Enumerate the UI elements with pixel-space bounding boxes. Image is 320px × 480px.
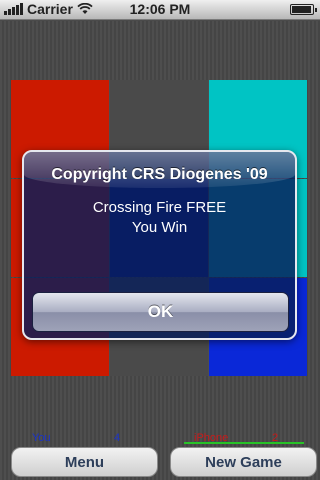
alert-line-2: You Win xyxy=(131,219,188,236)
alert-title: Copyright CRS Diogenes '09 xyxy=(51,166,268,183)
you-score: 4 xyxy=(114,432,121,444)
status-time: 12:06 PM xyxy=(129,1,191,17)
alert-message: Crossing Fire FREE You Win xyxy=(24,198,295,238)
new-game-button[interactable]: New Game xyxy=(170,447,317,477)
menu-button[interactable]: Menu xyxy=(11,447,158,477)
win-alert: Copyright CRS Diogenes '09 Crossing Fire… xyxy=(22,150,297,340)
ok-button[interactable]: OK xyxy=(32,292,289,332)
you-label: You xyxy=(32,432,51,444)
alert-line-1: Crossing Fire FREE xyxy=(92,199,227,216)
battery-icon xyxy=(290,4,317,15)
turn-indicator-line xyxy=(184,442,304,444)
status-bar: Carrier 12:06 PM xyxy=(0,0,320,20)
